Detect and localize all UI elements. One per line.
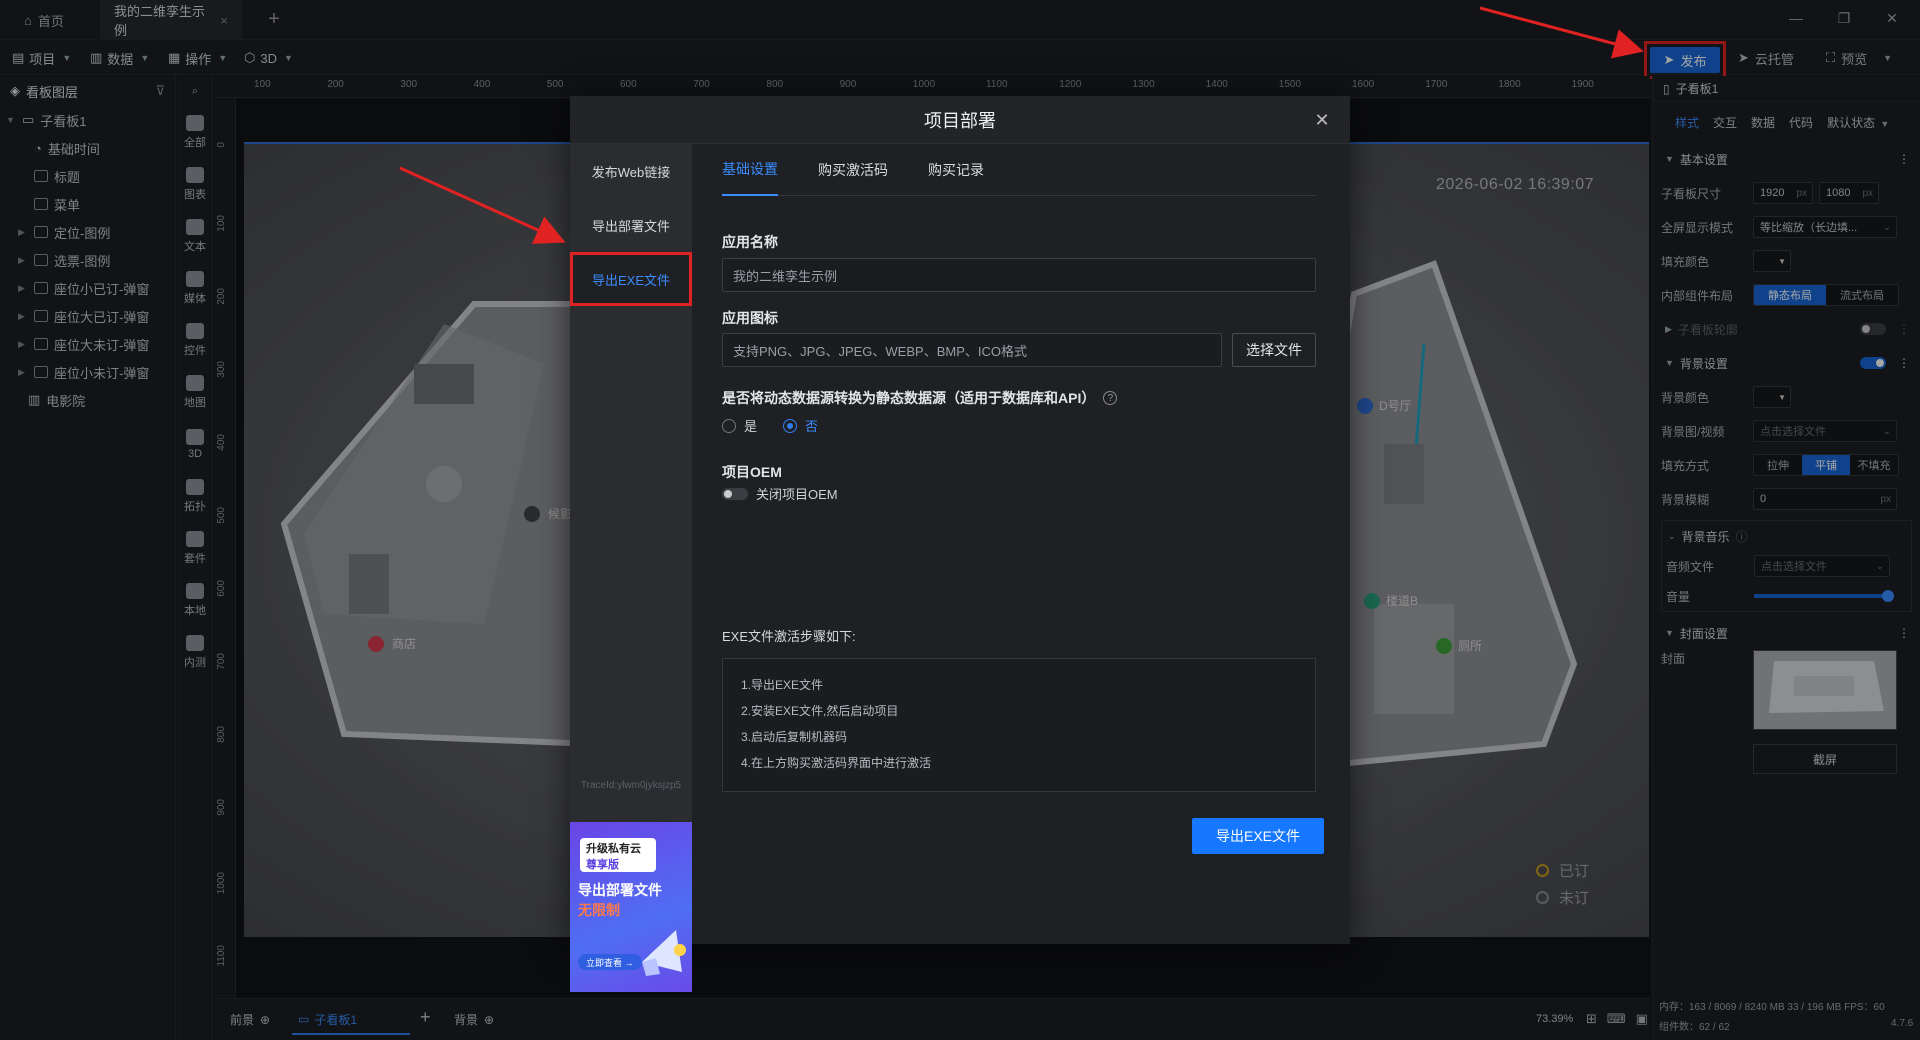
close-icon[interactable]: ✕ xyxy=(1312,110,1332,130)
convert-row: 是否将动态数据源转换为静态数据源（适用于数据库和API） ? xyxy=(722,388,1118,408)
oem-row: 关闭项目OEM xyxy=(722,484,838,503)
promo-badge-line2: 尊享版 xyxy=(586,859,619,871)
deploy-modal: 项目部署 ✕ 发布Web链接 导出部署文件 导出EXE文件 TraceId:yl… xyxy=(570,96,1350,992)
promo-badge-line1: 升级私有云 xyxy=(586,843,641,855)
export-exe-button[interactable]: 导出EXE文件 xyxy=(1192,818,1324,854)
tab-basic-settings[interactable]: 基础设置 xyxy=(722,144,778,196)
app-name-input[interactable]: 我的二维孪生示例 xyxy=(722,258,1316,292)
oem-toggle[interactable] xyxy=(722,487,748,500)
radio-no-label: 否 xyxy=(805,419,819,434)
tab-purchase-records[interactable]: 购买记录 xyxy=(928,144,984,196)
radio-yes[interactable] xyxy=(722,418,736,433)
app-name-label: 应用名称 xyxy=(722,234,778,250)
modal-sidebar: 发布Web链接 导出部署文件 导出EXE文件 TraceId:ylwm0jyks… xyxy=(570,144,692,992)
modal-content: 基础设置 购买激活码 购买记录 应用名称 我的二维孪生示例 应用图标 支持PNG… xyxy=(722,144,1324,854)
oem-toggle-label: 关闭项目OEM xyxy=(756,487,838,502)
nav-publish-web[interactable]: 发布Web链接 xyxy=(570,144,692,198)
step-item: 4.在上方购买激活码界面中进行激活 xyxy=(741,755,932,770)
app-name-value: 我的二维孪生示例 xyxy=(733,268,838,284)
radio-yes-label: 是 xyxy=(744,419,758,434)
promo-line1: 导出部署文件 xyxy=(578,882,662,898)
step-item: 2.安装EXE文件,然后启动项目 xyxy=(741,703,899,718)
nav-label: 导出EXE文件 xyxy=(591,272,670,288)
megaphone-icon xyxy=(642,930,686,976)
nav-label: 发布Web链接 xyxy=(591,164,671,180)
steps-title: EXE文件激活步骤如下: xyxy=(722,629,856,644)
nav-label: 导出部署文件 xyxy=(591,218,670,234)
promo-badge: 升级私有云 尊享版 xyxy=(580,838,656,872)
promo-banner[interactable]: 升级私有云 尊享版 导出部署文件 无限制 立即查看 → xyxy=(570,822,692,992)
choose-file-button[interactable]: 选择文件 xyxy=(1232,333,1316,367)
help-icon[interactable]: ? xyxy=(1103,391,1118,405)
step-item: 3.启动后复制机器码 xyxy=(741,729,848,744)
promo-line2: 无限制 xyxy=(578,902,620,918)
app-icon-placeholder: 支持PNG、JPG、JPEG、WEBP、BMP、ICO格式 xyxy=(733,343,1027,359)
trace-id: TraceId:ylwm0jyksjzp5 xyxy=(580,780,682,791)
step-item: 1.导出EXE文件 xyxy=(741,677,824,692)
convert-label: 是否将动态数据源转换为静态数据源（适用于数据库和API） xyxy=(722,390,1096,406)
app-icon-input[interactable]: 支持PNG、JPG、JPEG、WEBP、BMP、ICO格式 xyxy=(722,333,1222,367)
nav-export-exe[interactable]: 导出EXE文件 xyxy=(570,252,692,306)
modal-tabs: 基础设置 购买激活码 购买记录 xyxy=(722,144,1316,196)
modal-title: 项目部署 xyxy=(924,111,996,131)
nav-export-deploy[interactable]: 导出部署文件 xyxy=(570,198,692,252)
app-icon-label: 应用图标 xyxy=(722,310,778,326)
promo-cta-button[interactable]: 立即查看 → xyxy=(578,954,642,970)
oem-label: 项目OEM xyxy=(722,464,782,480)
steps-box: 1.导出EXE文件 2.安装EXE文件,然后启动项目 3.启动后复制机器码 4.… xyxy=(722,658,1316,792)
tab-buy-code[interactable]: 购买激活码 xyxy=(818,144,888,196)
convert-options: 是 否 xyxy=(722,416,818,435)
radio-no[interactable] xyxy=(783,418,798,433)
